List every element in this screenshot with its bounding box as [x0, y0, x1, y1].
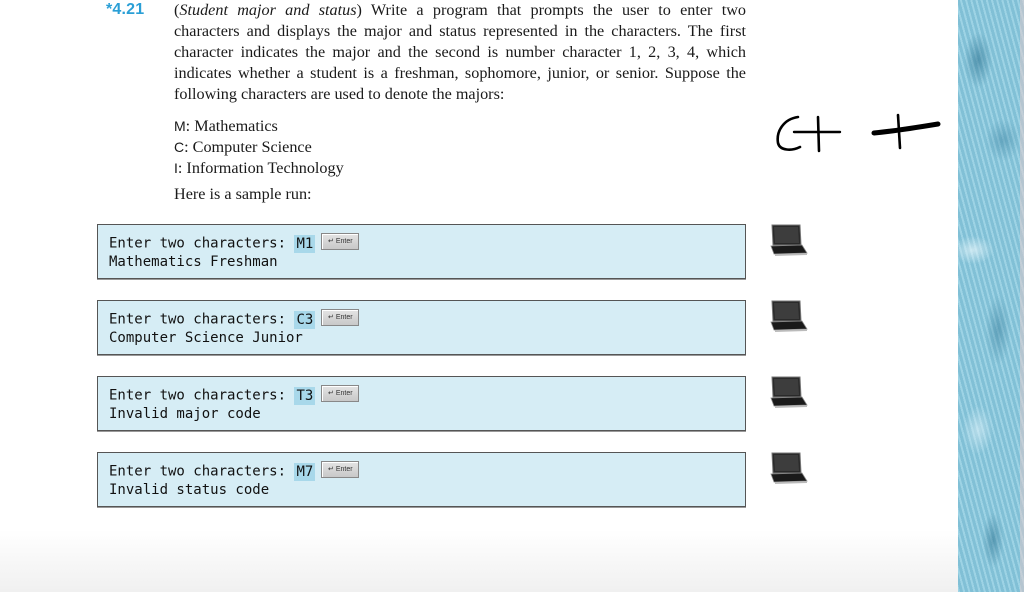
- major-item: M: Mathematics: [174, 116, 344, 137]
- output-line: Invalid status code: [109, 482, 270, 498]
- major-item: C: Computer Science: [174, 137, 344, 158]
- user-input: T3: [294, 386, 316, 405]
- enter-key-icon: ↵ Enter: [321, 309, 360, 326]
- user-input: C3: [294, 310, 316, 329]
- laptop-icon: [770, 224, 808, 256]
- prompt-text: Enter two characters:: [109, 463, 295, 480]
- majors-list: M: Mathematics C: Computer Science I: In…: [174, 116, 344, 179]
- page-edge: [1020, 0, 1024, 592]
- laptop-icon: [770, 376, 808, 408]
- prompt-line: Enter two characters: M7 ↵ Enter: [109, 461, 360, 481]
- exercise-description: (Student major and status) Write a progr…: [174, 1, 747, 103]
- laptop-icon: [770, 452, 808, 484]
- sample-run-intro: Here is a sample run:: [174, 185, 312, 203]
- decorative-texture-strip: [958, 0, 1024, 592]
- prompt-text: Enter two characters:: [109, 235, 295, 252]
- prompt-line: Enter two characters: M1 ↵ Enter: [109, 233, 360, 253]
- major-item: I: Information Technology: [174, 158, 344, 179]
- enter-key-icon: ↵ Enter: [321, 461, 360, 478]
- major-name: : Computer Science: [184, 138, 312, 156]
- prompt-text: Enter two characters:: [109, 387, 295, 404]
- major-code: C: [174, 139, 185, 155]
- major-code: M: [174, 118, 186, 134]
- major-name: : Mathematics: [185, 117, 278, 135]
- prompt-line: Enter two characters: C3 ↵ Enter: [109, 309, 360, 329]
- user-input: M7: [294, 462, 316, 481]
- enter-key-icon: ↵ Enter: [321, 233, 360, 250]
- output-line: Invalid major code: [109, 406, 261, 422]
- output-line: Mathematics Freshman: [109, 254, 278, 270]
- output-line: Computer Science Junior: [109, 330, 303, 346]
- laptop-icon: [770, 300, 808, 332]
- sample-run-box: Enter two characters: M7 ↵ Enter Invalid …: [97, 452, 746, 507]
- prompt-line: Enter two characters: T3 ↵ Enter: [109, 385, 360, 405]
- user-input: M1: [294, 234, 316, 253]
- sample-run-box: Enter two characters: M1 ↵ Enter Mathemat…: [97, 224, 746, 279]
- textbook-page: *4.21 (Student major and status) Write a…: [0, 0, 958, 592]
- major-name: : Information Technology: [177, 159, 344, 177]
- exercise-title: Student major and status: [179, 1, 357, 19]
- enter-key-icon: ↵ Enter: [321, 385, 360, 402]
- exercise-number: *4.21: [106, 1, 145, 18]
- handwritten-annotation: C++: [776, 113, 941, 153]
- sample-run-box: Enter two characters: C3 ↵ Enter Computer…: [97, 300, 746, 355]
- sample-run-box: Enter two characters: T3 ↵ Enter Invalid …: [97, 376, 746, 431]
- prompt-text: Enter two characters:: [109, 311, 295, 328]
